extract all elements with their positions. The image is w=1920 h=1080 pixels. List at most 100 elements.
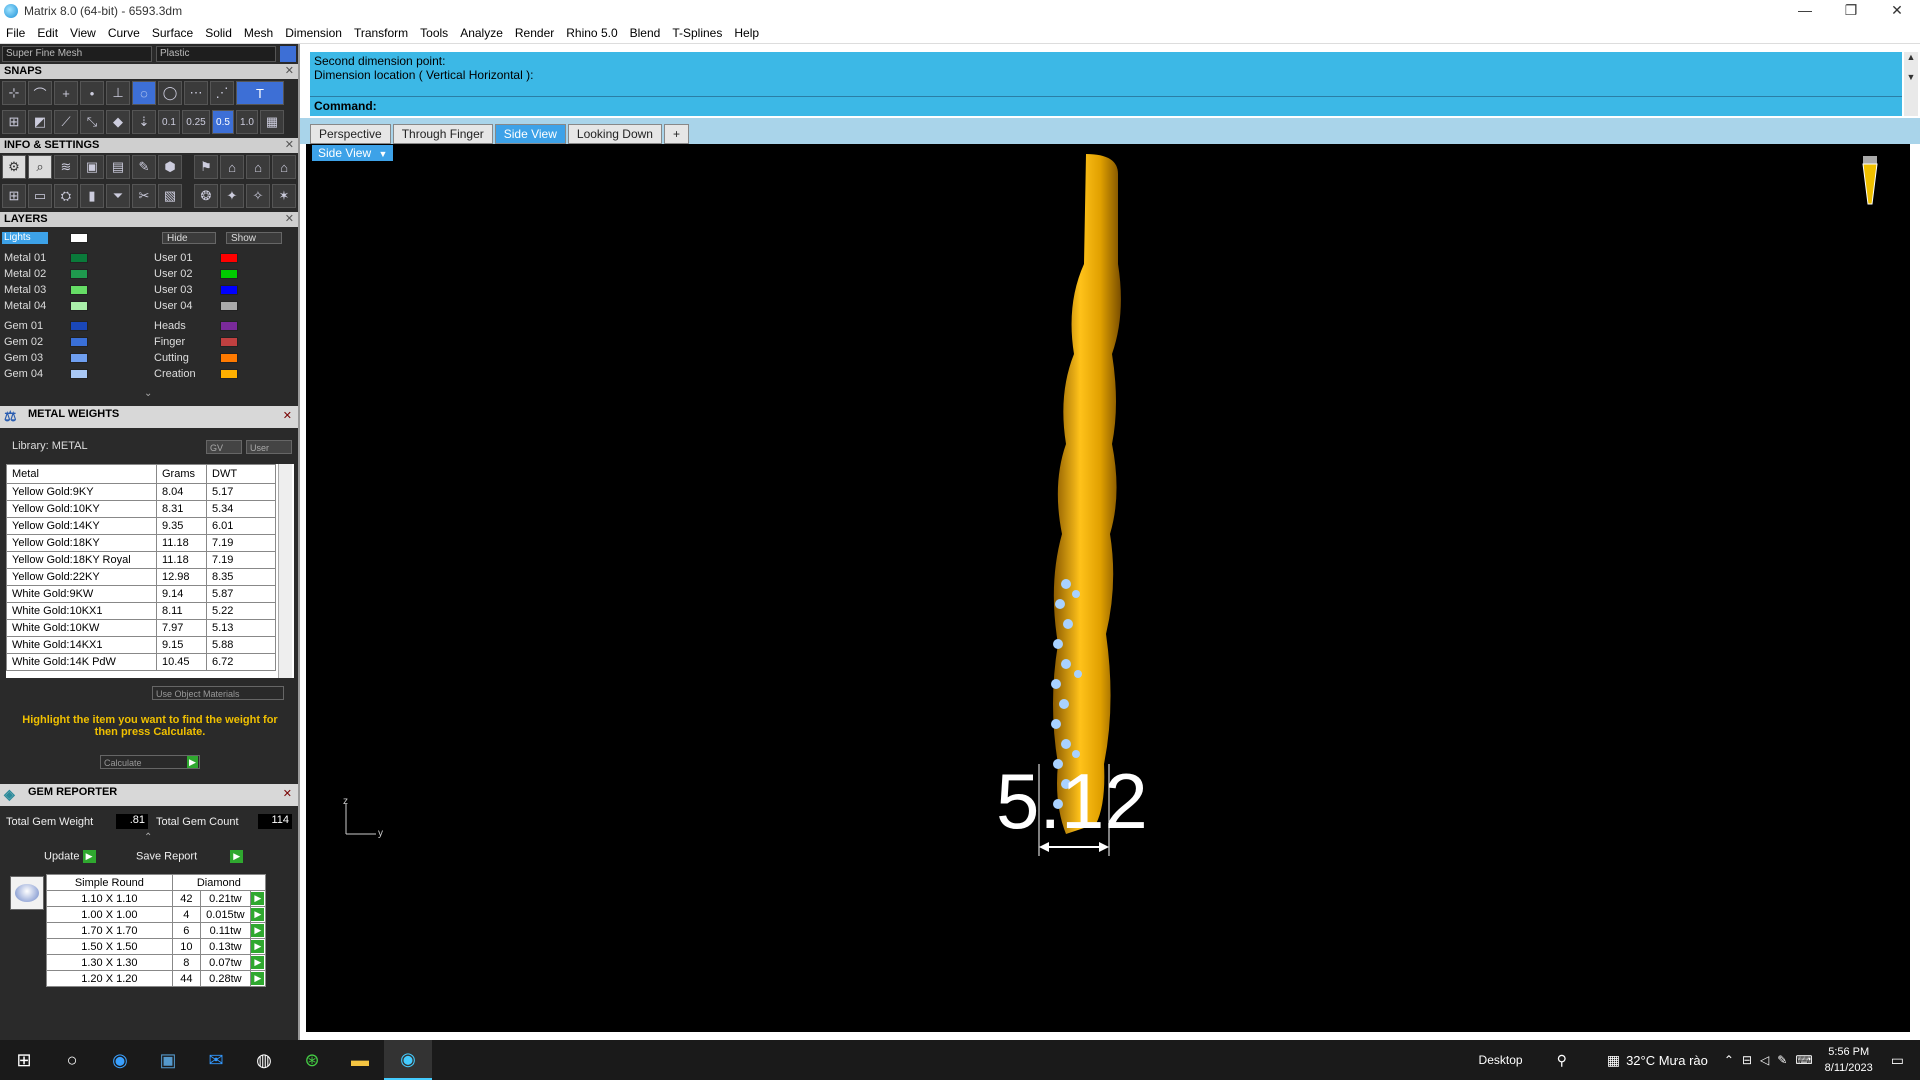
tab-looking-down[interactable]: Looking Down: [567, 124, 662, 144]
table-row[interactable]: White Gold:9KW 9.14 5.87: [6, 585, 276, 603]
matrix-taskbar-icon[interactable]: ◉: [384, 1040, 432, 1080]
command-prompt[interactable]: Command:: [310, 96, 1902, 114]
close-icon[interactable]: ✕: [285, 212, 294, 227]
gem-row[interactable]: 1.70 X 1.70 6 0.11tw ▶: [46, 922, 267, 939]
layers-stack-icon[interactable]: ≋: [54, 155, 78, 179]
star-icon[interactable]: ✧: [246, 184, 270, 208]
menu-curve[interactable]: Curve: [102, 26, 146, 40]
menu-render[interactable]: Render: [509, 26, 560, 40]
layer-color-swatch[interactable]: [220, 301, 238, 311]
tangent-snap-icon[interactable]: ◌: [132, 81, 156, 105]
table-row[interactable]: Yellow Gold:18KY 11.18 7.19: [6, 534, 276, 552]
record-history-icon[interactable]: ◆: [106, 110, 130, 134]
menu-mesh[interactable]: Mesh: [238, 26, 279, 40]
cube-icon[interactable]: ▣: [80, 155, 104, 179]
desktop-toolbar[interactable]: Desktop: [1479, 1053, 1523, 1067]
table-row[interactable]: Yellow Gold:10KY 8.31 5.34: [6, 500, 276, 518]
layer-color-swatch[interactable]: [70, 253, 88, 263]
frame3-icon[interactable]: ⌂: [272, 155, 296, 179]
table-row[interactable]: White Gold:14K PdW 10.45 6.72: [6, 653, 276, 671]
people-icon[interactable]: ⚲: [1557, 1052, 1567, 1069]
gv-toggle[interactable]: GV: [206, 440, 242, 454]
snap-value-2[interactable]: 0.25: [182, 110, 210, 134]
center-snap-icon[interactable]: ◯: [158, 81, 182, 105]
column-header-dwt[interactable]: DWT: [206, 464, 276, 484]
close-icon[interactable]: ✕: [283, 408, 292, 424]
calculate-button[interactable]: Calculate ▶: [100, 755, 200, 769]
command-scrollbar[interactable]: ▲ ▼: [1904, 52, 1918, 116]
weather-status[interactable]: 32°C Mưa rào: [1626, 1053, 1708, 1068]
grid-snap-icon[interactable]: ⊹: [2, 81, 26, 105]
viewport-label[interactable]: Side View ▼: [312, 145, 394, 161]
layer-color-swatch[interactable]: [220, 269, 238, 279]
close-icon[interactable]: ✕: [283, 786, 292, 802]
layer-color-swatch[interactable]: [220, 369, 238, 379]
smart-track-icon[interactable]: ⟋: [54, 110, 78, 134]
keyboard-icon[interactable]: ⌨: [1795, 1053, 1812, 1067]
tools-icon[interactable]: ✂: [132, 184, 156, 208]
table-row[interactable]: Yellow Gold:22KY 12.98 8.35: [6, 568, 276, 586]
edge-icon[interactable]: ◉: [96, 1040, 144, 1080]
table-row[interactable]: White Gold:10KW 7.97 5.13: [6, 619, 276, 637]
lights-color-swatch[interactable]: [70, 233, 88, 243]
layer-color-swatch[interactable]: [220, 253, 238, 263]
finger-widget-icon[interactable]: [1862, 156, 1878, 205]
snap-value-1[interactable]: 0.1: [158, 110, 180, 134]
user-toggle[interactable]: User: [246, 440, 292, 454]
display-mode-button[interactable]: [280, 46, 296, 62]
tab-perspective[interactable]: Perspective: [310, 124, 391, 144]
file-explorer-icon[interactable]: ▬: [336, 1040, 384, 1080]
puzzle-icon[interactable]: ✦: [220, 184, 244, 208]
select-gem-icon[interactable]: ▶: [251, 924, 265, 937]
quad-snap-icon[interactable]: ⋯: [184, 81, 208, 105]
store-icon[interactable]: ▣: [144, 1040, 192, 1080]
grid-toggle-icon[interactable]: ▦: [260, 110, 284, 134]
menu-file[interactable]: File: [0, 26, 31, 40]
notification-icon[interactable]: ▭: [1891, 1052, 1904, 1069]
show-layers-button[interactable]: Show: [226, 232, 282, 244]
select-gem-icon[interactable]: ▶: [251, 940, 265, 953]
material-dropdown[interactable]: Plastic: [156, 46, 276, 62]
gem-row[interactable]: 1.00 X 1.00 4 0.015tw ▶: [46, 906, 267, 923]
tab-through-finger[interactable]: Through Finger: [392, 124, 493, 144]
table-row[interactable]: White Gold:10KX1 8.11 5.22: [6, 602, 276, 620]
select-gem-icon[interactable]: ▶: [251, 956, 265, 969]
windows-start-icon[interactable]: ⊞: [0, 1040, 48, 1080]
close-icon[interactable]: ✕: [285, 64, 294, 79]
windows-icon[interactable]: ⊞: [2, 184, 26, 208]
diamond-shape-icon[interactable]: [10, 876, 44, 910]
gears-icon[interactable]: ⛭: [54, 184, 78, 208]
layer-color-swatch[interactable]: [70, 353, 88, 363]
weather-icon[interactable]: ▦: [1607, 1052, 1620, 1069]
snap-value-3[interactable]: 0.5: [212, 110, 234, 134]
close-icon[interactable]: ✕: [285, 138, 294, 153]
layer-color-swatch[interactable]: [220, 285, 238, 295]
tab-side-view[interactable]: Side View: [494, 124, 566, 144]
column-header-grams[interactable]: Grams: [156, 464, 207, 484]
table-scrollbar[interactable]: [278, 464, 292, 678]
network-icon[interactable]: ⊟: [1742, 1053, 1752, 1067]
app-icon[interactable]: ◍: [240, 1040, 288, 1080]
menu-blend[interactable]: Blend: [624, 26, 667, 40]
layer-color-swatch[interactable]: [70, 337, 88, 347]
search-icon[interactable]: ○: [48, 1040, 96, 1080]
cross-snap-icon[interactable]: +: [54, 81, 78, 105]
menu-tsplines[interactable]: T-Splines: [666, 26, 728, 40]
layer-color-swatch[interactable]: [220, 321, 238, 331]
menu-analyze[interactable]: Analyze: [454, 26, 509, 40]
funnel-icon[interactable]: ⏷: [106, 184, 130, 208]
select-gem-icon[interactable]: ▶: [251, 892, 265, 905]
filter-icon[interactable]: ⇣: [132, 110, 156, 134]
maximize-button[interactable]: ❐: [1828, 0, 1874, 22]
box-icon[interactable]: ▤: [106, 155, 130, 179]
planar-icon[interactable]: ⊞: [2, 110, 26, 134]
layer-color-swatch[interactable]: [220, 353, 238, 363]
window-small-icon[interactable]: ▭: [28, 184, 52, 208]
save-report-button[interactable]: Save Report ▶: [136, 850, 244, 863]
layer-color-swatch[interactable]: [70, 285, 88, 295]
menu-transform[interactable]: Transform: [348, 26, 414, 40]
snap-value-4[interactable]: 1.0: [236, 110, 258, 134]
cylinder-icon[interactable]: ▮: [80, 184, 104, 208]
table-row[interactable]: Yellow Gold:9KY 8.04 5.17: [6, 483, 276, 501]
project-icon[interactable]: ◩: [28, 110, 52, 134]
